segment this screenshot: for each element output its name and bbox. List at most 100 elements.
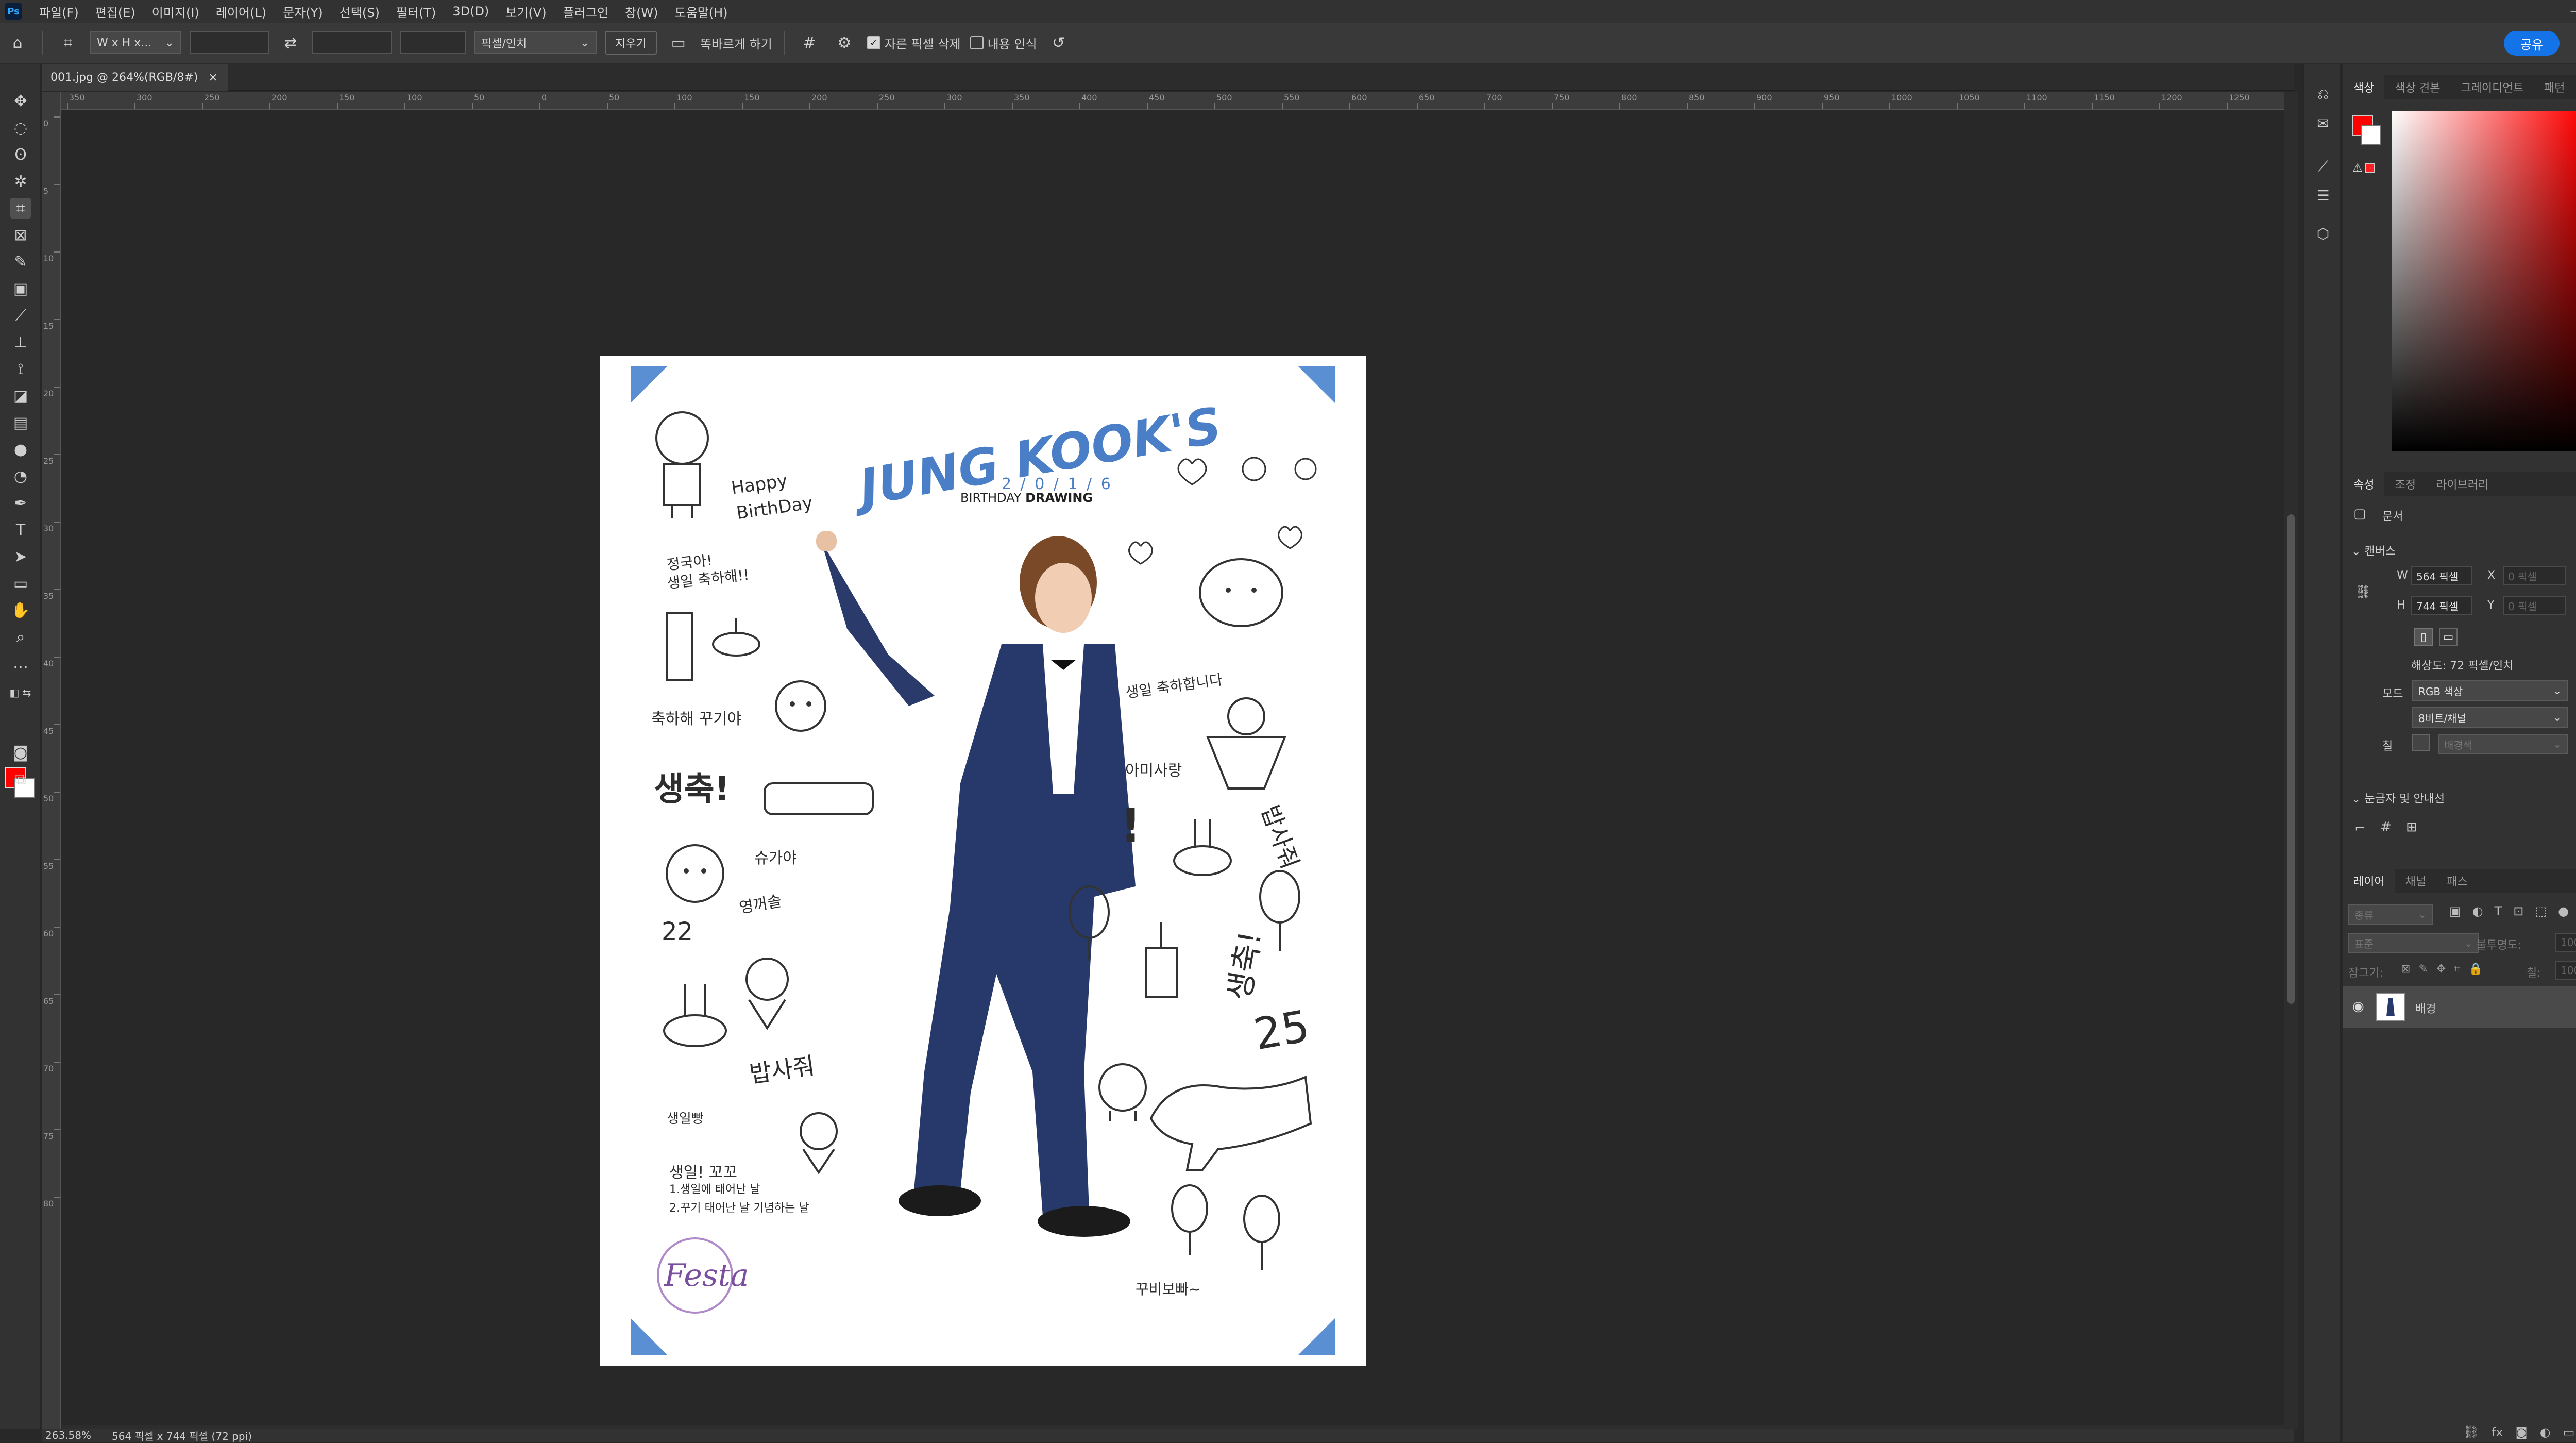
layer-filter-select[interactable]: 종류 ⌄ [2348,904,2433,925]
crop-width-input[interactable] [190,31,269,54]
crop-tool-icon[interactable]: ⌗ [10,198,31,219]
gamut-swatch[interactable] [2365,163,2375,173]
path-selection-tool-icon[interactable]: ➤ [10,546,31,567]
straighten-label[interactable]: 똑바르게 하기 [700,34,772,52]
grid-overlay-icon[interactable]: # [799,32,820,53]
canvas-width-input[interactable]: 564 픽셀 [2411,566,2472,585]
color-picker-field[interactable] [2392,111,2576,451]
comment-icon[interactable]: ✉ [2313,113,2333,133]
link-layers-icon[interactable]: ⛓ [2463,1425,2479,1439]
fx-icon[interactable]: fx [2492,1425,2503,1439]
tab-swatches[interactable]: 색상 견본 [2384,75,2450,99]
menu-file[interactable]: 파일(F) [31,3,87,21]
rectangle-tool-icon[interactable]: ▭ [10,573,31,594]
vertical-scrollbar[interactable] [2284,92,2298,1429]
add-mask-icon[interactable]: ◙ [2515,1425,2527,1439]
ratio-select[interactable]: W x H x... ⌄ [90,31,181,54]
eyedropper-tool-icon[interactable]: ✎ [10,251,31,272]
brush-settings-icon[interactable]: ⟋ [2313,157,2333,176]
menu-filter[interactable]: 필터(T) [388,3,445,21]
adjustment-layer-icon[interactable]: ◐ [2540,1425,2551,1439]
menu-view[interactable]: 보기(V) [497,3,554,21]
menu-select[interactable]: 선택(S) [331,3,388,21]
tab-properties[interactable]: 속성 [2343,472,2385,496]
menu-window[interactable]: 창(W) [617,3,667,21]
document-canvas[interactable]: JUNG KOOK'S 2 / 0 / 1 / 6 BIRTHDAY DRAWI… [600,356,1366,1366]
opacity-input[interactable]: 100% [2555,933,2576,952]
blend-mode-select[interactable]: 표준 ⌄ [2348,933,2479,953]
history-icon[interactable]: ⎌ [2313,85,2333,104]
link-icon[interactable]: ⛓ [2355,584,2371,599]
layer-name[interactable]: 배경 [2415,1000,2436,1016]
marquee-tool-icon[interactable]: ◌ [10,118,31,138]
tab-paths[interactable]: 패스 [2436,869,2478,893]
menu-help[interactable]: 도움말(H) [667,3,736,21]
tab-gradients[interactable]: 그레이디언트 [2450,75,2533,99]
more-tools-icon[interactable]: ⋯ [10,657,31,677]
canvas-section-header[interactable]: ⌄ 캔버스 [2351,542,2396,559]
layer-row[interactable]: ◉ 배경 🔒 [2343,986,2576,1028]
unit-select[interactable]: 픽셀/인치 ⌄ [474,31,597,54]
reset-icon[interactable]: ↺ [1048,32,1069,53]
move-tool-icon[interactable]: ✥ [10,91,31,111]
tab-libraries[interactable]: 라이브러리 [2426,472,2499,496]
vertical-ruler[interactable]: 0 5 10 15 20 25 30 35 40 45 50 55 60 65 70 75 80 [42,92,61,1429]
magic-wand-tool-icon[interactable]: ✲ [10,171,31,192]
tab-channels[interactable]: 채널 [2395,869,2436,893]
layer-thumbnail[interactable] [2376,993,2405,1021]
blur-tool-icon[interactable]: ● [10,439,31,460]
photoshop-logo-icon[interactable]: Ps [5,3,22,20]
home-icon[interactable]: ⌂ [7,32,28,53]
delete-cropped-checkbox[interactable]: ✓ [867,36,880,49]
menu-layer[interactable]: 레이어(L) [208,3,275,21]
resolution-input[interactable] [400,31,466,54]
document-info[interactable]: 564 픽셀 x 744 픽셀 (72 ppi) [112,1428,252,1443]
zoom-level[interactable]: 263.58% [45,1429,91,1441]
vertical-scroll-thumb[interactable] [2287,514,2295,1004]
group-icon[interactable]: ▭ [2563,1425,2575,1439]
canvas-area[interactable]: JUNG KOOK'S 2 / 0 / 1 / 6 BIRTHDAY DRAWI… [62,110,2283,1429]
straighten-icon[interactable]: ▭ [668,32,689,53]
tab-adjustments[interactable]: 조정 [2384,472,2426,496]
minimize-icon[interactable]: — [2570,4,2576,19]
clear-button[interactable]: 지우기 [605,31,657,55]
stamp-tool-icon[interactable]: ⊥ [10,332,31,353]
zoom-tool-icon[interactable]: ⌕ [10,627,31,647]
tab-patterns[interactable]: 패턴 [2534,75,2575,99]
lock-icons[interactable]: ⊠✎✥⌗🔒 [2401,963,2491,976]
menu-image[interactable]: 이미지(I) [144,3,208,21]
color-mode-select[interactable]: RGB 색상 ⌄ [2412,680,2568,701]
guides-section-header[interactable]: ⌄ 눈금자 및 안내선 [2351,790,2445,806]
layer-fill-input[interactable]: 100% [2555,961,2576,980]
layer-filter-icons[interactable]: ▣◐T⊡⬚● [2449,904,2576,918]
canvas-x-input[interactable]: 0 픽셀 [2503,566,2566,585]
frame-tool-icon[interactable]: ⊠ [10,225,31,245]
3d-cube-icon[interactable]: ⬡ [2313,224,2333,243]
landscape-orientation-button[interactable]: ▭ [2439,628,2458,646]
tab-color[interactable]: 색상 [2343,75,2385,99]
type-tool-icon[interactable]: T [10,519,31,540]
crop-height-input[interactable] [312,31,392,54]
share-button[interactable]: 공유 [2504,31,2560,56]
gear-icon[interactable]: ⚙ [834,32,855,53]
gamut-warning-icon[interactable]: ⚠ [2352,162,2363,175]
canvas-height-input[interactable]: 744 픽셀 [2411,596,2472,615]
document-tab[interactable]: 001.jpg @ 264%(RGB/8#) × [42,64,228,91]
pen-tool-icon[interactable]: ✒ [10,493,31,513]
menu-edit[interactable]: 편집(E) [87,3,144,21]
hand-tool-icon[interactable]: ✋ [10,600,31,620]
color-background-swatch[interactable] [2361,125,2381,145]
guides-toggle-icon[interactable]: ⊞ [2406,819,2417,835]
crop-tool-preset-icon[interactable]: ⌗ [58,32,78,53]
menu-3d[interactable]: 3D(D) [444,4,497,19]
close-tab-icon[interactable]: × [208,71,217,84]
dodge-tool-icon[interactable]: ◔ [10,466,31,486]
canvas-y-input[interactable]: 0 픽셀 [2503,596,2566,615]
gradient-tool-icon[interactable]: ▤ [10,412,31,433]
content-aware-checkbox[interactable] [970,36,984,49]
tab-layers[interactable]: 레이어 [2343,869,2395,893]
grid-toggle-icon[interactable]: # [2380,819,2392,835]
healing-brush-tool-icon[interactable]: ▣ [10,278,31,299]
brush-tool-icon[interactable]: ⟋ [10,305,31,326]
menu-plugins[interactable]: 플러그인 [555,3,617,21]
